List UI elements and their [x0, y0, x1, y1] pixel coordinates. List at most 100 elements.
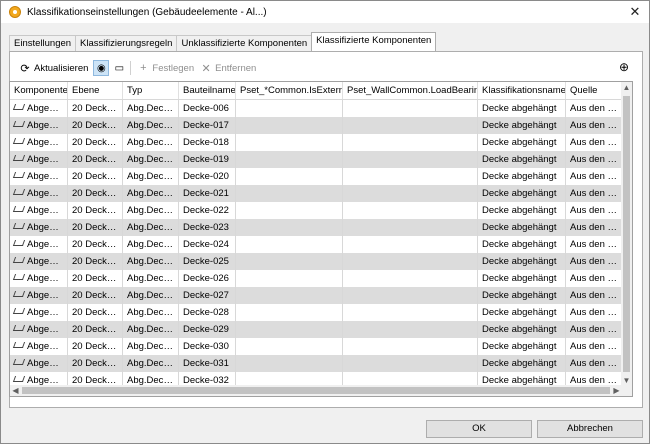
col-header-quelle[interactable]: Quelle	[566, 82, 622, 99]
table-cell: Decke abgehängt	[478, 253, 566, 270]
cancel-button[interactable]: Abbrechen	[537, 420, 643, 438]
table-cell: Decke-019	[179, 151, 236, 168]
table-row[interactable]: Abgehän...20 Decke ab...Abg.Decke ...Dec…	[10, 117, 622, 134]
remove-button[interactable]: ✕ Entfernen	[197, 59, 259, 77]
table-cell: Abgehän...	[10, 100, 68, 117]
table-cell: Aus den Kla...	[566, 117, 622, 134]
scroll-up-icon[interactable]: ▲	[621, 82, 632, 93]
cell-text: Abgehän...	[27, 171, 68, 182]
table-row[interactable]: Abgehän...20 Decke ab...Abg.Decke ...Dec…	[10, 151, 622, 168]
component-icon	[12, 121, 26, 128]
table-row[interactable]: Abgehän...20 Decke ab...Abg.Decke ...Dec…	[10, 304, 622, 321]
table-cell: 20 Decke ab...	[68, 100, 123, 117]
scroll-left-icon[interactable]: ◀	[10, 385, 21, 396]
table-cell	[343, 151, 478, 168]
table-cell: Decke abgehängt	[478, 117, 566, 134]
table-cell: Decke-026	[179, 270, 236, 287]
horizontal-scrollbar[interactable]: ◀ ▶	[10, 385, 622, 396]
cell-text: Abgehän...	[27, 256, 68, 267]
fix-button[interactable]: + Festlegen	[134, 59, 197, 77]
table-cell	[343, 185, 478, 202]
hide-toggle-icon[interactable]: ◉	[93, 60, 110, 76]
component-icon	[12, 257, 26, 264]
cell-text: Abgehän...	[27, 239, 68, 250]
table-cell: Abg.Decke ...	[123, 100, 179, 117]
cell-text: Abg.Decke ...	[127, 324, 179, 335]
cell-text: 20 Decke ab...	[72, 137, 122, 148]
cell-text: 20 Decke ab...	[72, 273, 122, 284]
table-row[interactable]: Abgehän...20 Decke ab...Abg.Decke ...Dec…	[10, 253, 622, 270]
col-header-komponente[interactable]: Komponente	[10, 82, 68, 99]
cell-text: 20 Decke ab...	[72, 239, 122, 250]
table-cell: Aus den Kla...	[566, 185, 622, 202]
table-row[interactable]: Abgehän...20 Decke ab...Abg.Decke ...Dec…	[10, 338, 622, 355]
table-row[interactable]: Abgehän... 20 Decke ab... Abg.Decke ...Dec…	[10, 321, 622, 338]
col-header-klassifikationsnamen[interactable]: Klassifikationsnamen	[478, 82, 566, 99]
table-cell: Decke-017	[179, 117, 236, 134]
table-row[interactable]: Abgehän...20 Decke ab...Abg.Decke ...Dec…	[10, 185, 622, 202]
table-cell	[343, 355, 478, 372]
cell-text: Decke-028	[183, 307, 229, 318]
cell-text: Aus den Kla...	[570, 290, 622, 301]
table-row[interactable]: Abgehän...20 Decke ab...Abg.Decke ...Dec…	[10, 372, 622, 386]
folder-toggle-icon[interactable]: ▭	[111, 60, 127, 76]
table-cell: Abg.Decke ...	[123, 304, 179, 321]
table-cell: Abgehän...	[10, 355, 68, 372]
table-cell	[236, 185, 343, 202]
tab-klassifizierungsregeln[interactable]: Klassifizierungsregeln	[75, 35, 178, 51]
table-cell: Abg.Decke ...	[123, 219, 179, 236]
cell-text: 20 Decke ab...	[72, 324, 122, 335]
table-row[interactable]: Abgehän...20 Decke ab...Abg.Decke ...Dec…	[10, 134, 622, 151]
x-icon: ✕	[201, 62, 211, 75]
table-row[interactable]: Abgehän...20 Decke ab...Abg.Decke ...Dec…	[10, 202, 622, 219]
cell-text: 20 Decke ab...	[72, 290, 122, 301]
component-icon	[12, 325, 26, 332]
cell-text: Aus den Kla...	[570, 256, 622, 267]
table-cell: 20 Decke ab...	[68, 134, 123, 151]
table-row[interactable]: Abgehän...20 Decke ab...Abg.Decke ...Dec…	[10, 100, 622, 117]
table-row[interactable]: Abgehän...20 Decke ab...Abg.Decke ...Dec…	[10, 355, 622, 372]
tab-unklassifizierte-komponenten[interactable]: Unklassifizierte Komponenten	[176, 35, 313, 51]
col-header-loadbearing[interactable]: Pset_WallCommon.LoadBearing	[343, 82, 478, 99]
components-table: Komponente Ebene Typ Bauteilname Pset_*C…	[9, 81, 633, 397]
cell-text: Decke abgehängt	[482, 154, 557, 165]
table-row[interactable]: Abgehän...20 Decke ab...Abg.Decke ...Dec…	[10, 219, 622, 236]
table-cell	[236, 202, 343, 219]
table-cell: Aus den Kla...	[566, 236, 622, 253]
horizontal-scroll-thumb[interactable]	[22, 387, 610, 394]
vertical-scroll-thumb[interactable]	[623, 96, 630, 372]
table-cell: Abg.Decke ...	[123, 151, 179, 168]
table-row[interactable]: Abgehän...20 Decke ab...Abg.Decke ...Dec…	[10, 287, 622, 304]
table-row[interactable]: Abgehän...20 Decke ab...Abg.Decke ...Dec…	[10, 168, 622, 185]
component-icon	[12, 240, 26, 247]
table-cell: Abgehän...	[10, 219, 68, 236]
table-row[interactable]: Abgehän...20 Decke ab...Abg.Decke ...Dec…	[10, 236, 622, 253]
table-cell: Abg.Decke ...	[123, 185, 179, 202]
table-row[interactable]: Abgehän...20 Decke ab...Abg.Decke ...Dec…	[10, 270, 622, 287]
table-cell	[236, 134, 343, 151]
table-cell: 20 Decke ab...	[68, 219, 123, 236]
tab-klassifizierte-komponenten[interactable]: Klassifizierte Komponenten	[311, 32, 437, 51]
table-cell: Decke-029	[179, 321, 236, 338]
col-header-isexternal[interactable]: Pset_*Common.IsExternal	[236, 82, 343, 99]
col-header-bauteilname[interactable]: Bauteilname	[179, 82, 236, 99]
cell-text: Abgehän...	[27, 273, 68, 284]
ok-button[interactable]: OK	[426, 420, 532, 438]
table-cell: Decke abgehängt	[478, 202, 566, 219]
close-icon[interactable]: ✕	[627, 4, 643, 20]
component-icon	[12, 308, 26, 315]
globe-icon[interactable]: ⊕	[616, 59, 632, 75]
tab-einstellungen[interactable]: Einstellungen	[9, 35, 77, 51]
table-cell	[343, 321, 478, 338]
cell-text: Decke abgehängt	[482, 273, 557, 284]
cell-text: Decke-024	[183, 239, 229, 250]
cell-text: Abgehän...	[27, 324, 68, 335]
vertical-scrollbar[interactable]: ▲ ▼	[621, 82, 632, 386]
table-cell: 20 Decke ab...	[68, 287, 123, 304]
col-header-typ[interactable]: Typ	[123, 82, 179, 99]
cell-text: Aus den Kla...	[570, 358, 622, 369]
col-header-ebene[interactable]: Ebene	[68, 82, 123, 99]
refresh-button[interactable]: ⟳ Aktualisieren	[16, 59, 91, 77]
scroll-corner	[621, 385, 632, 396]
cell-text: Aus den Kla...	[570, 103, 622, 114]
